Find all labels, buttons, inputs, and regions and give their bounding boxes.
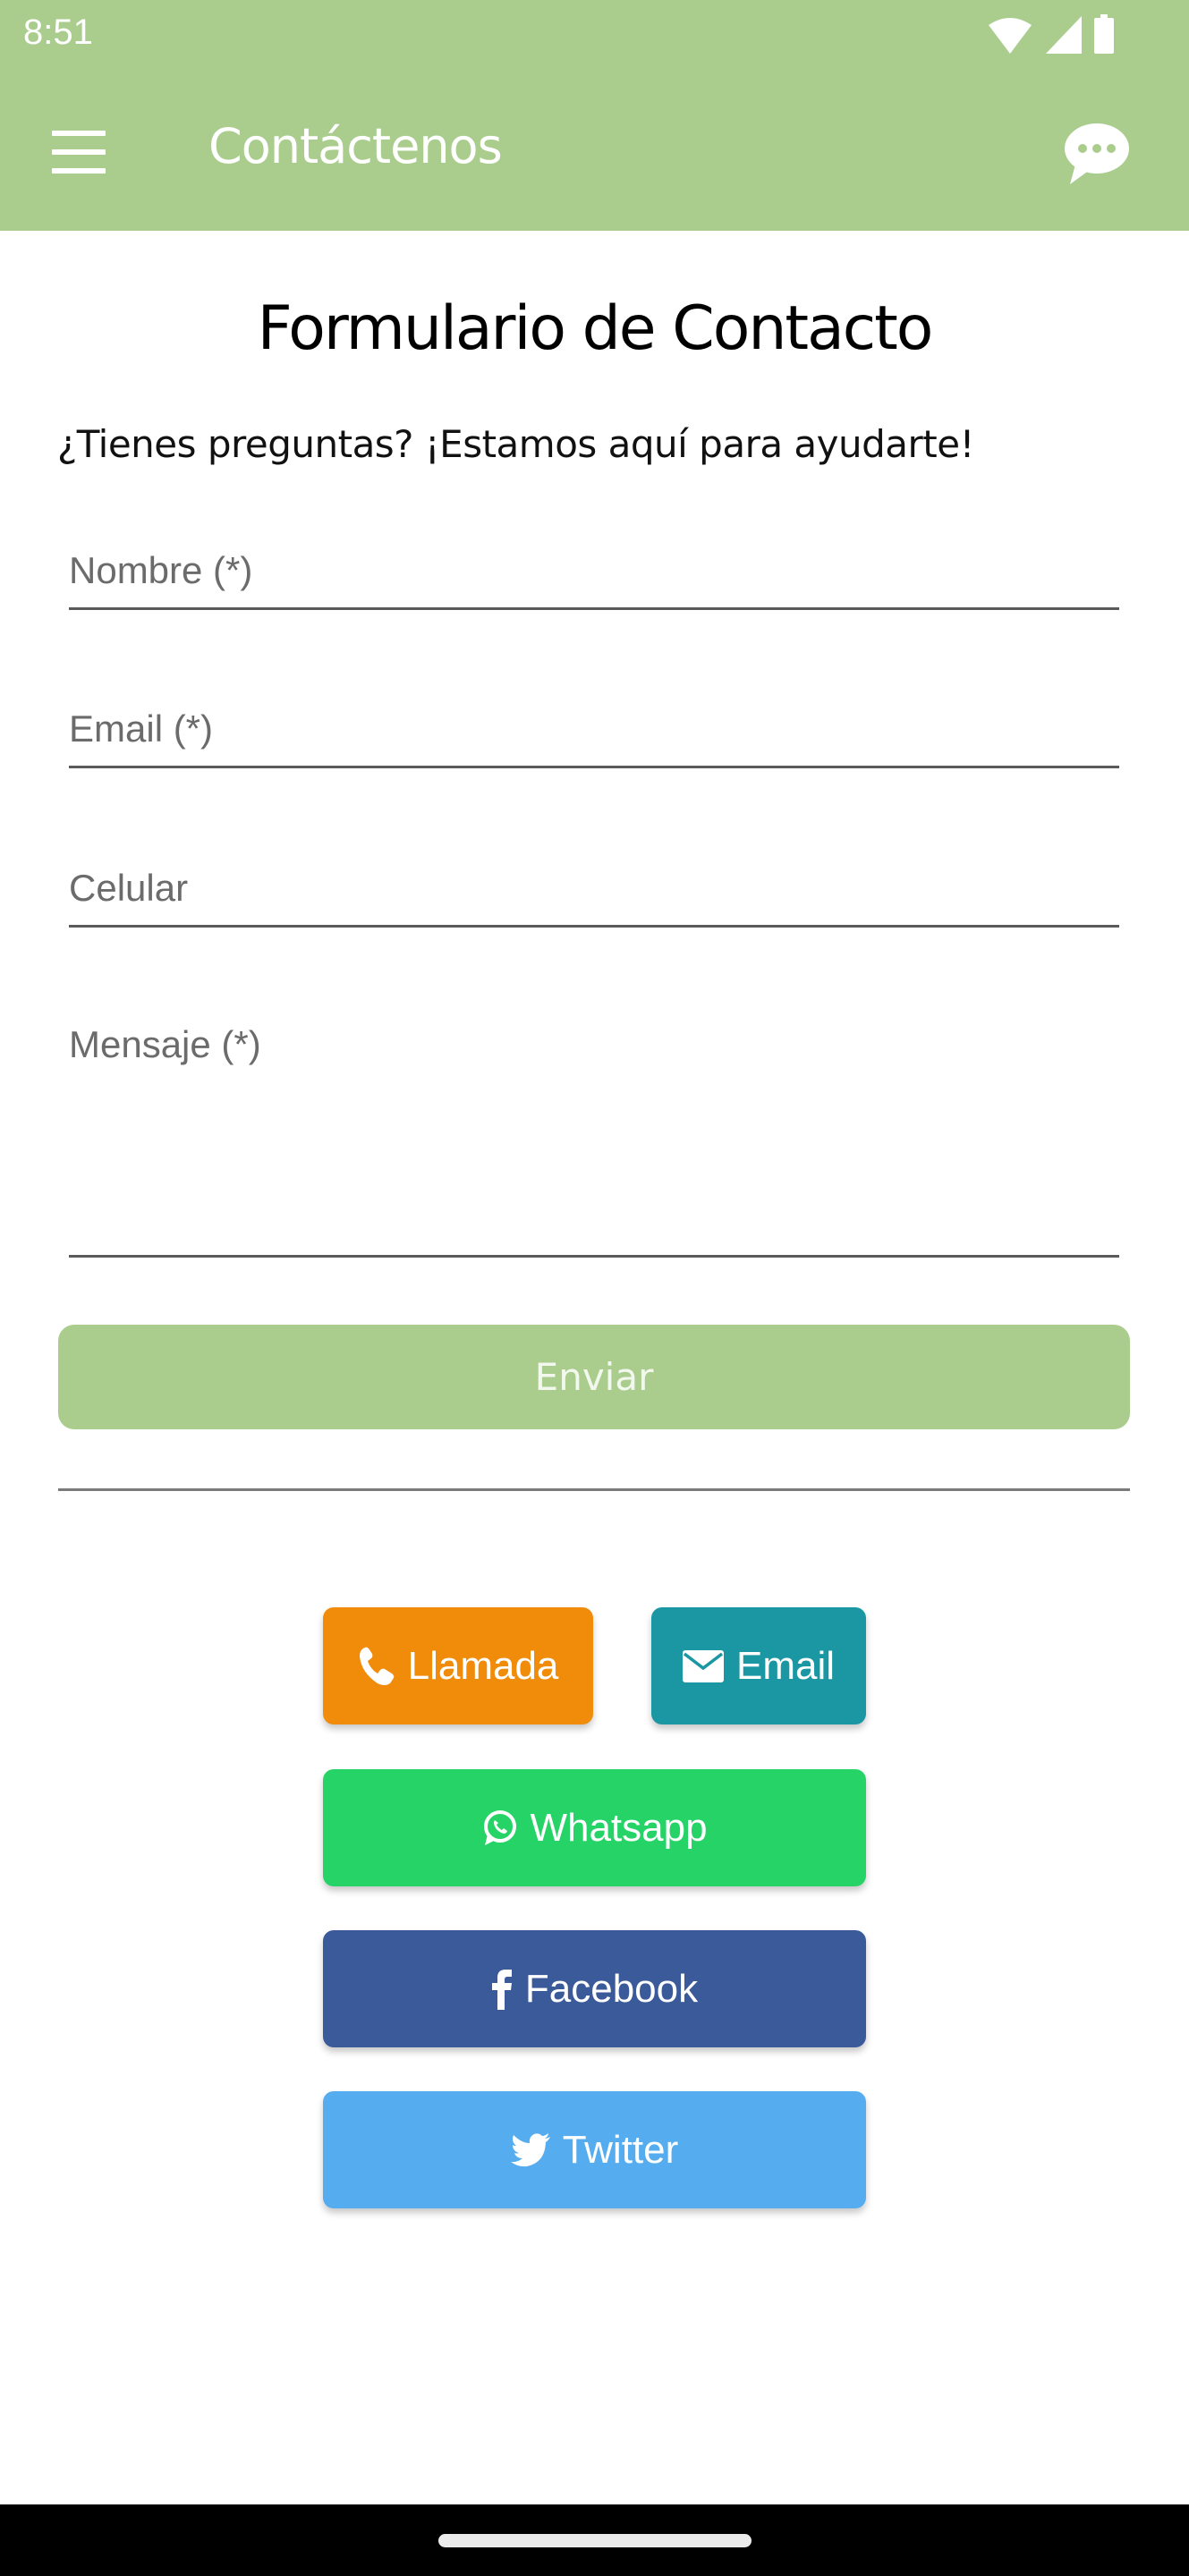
- twitter-button[interactable]: Twitter: [323, 2091, 866, 2208]
- whatsapp-icon: [484, 1809, 517, 1845]
- email-field[interactable]: Email (*): [69, 695, 1119, 768]
- app-bar: 8:51 Contáctenos: [0, 0, 1189, 231]
- phone-field-label: Celular: [69, 867, 189, 909]
- message-field-label: Mensaje (*): [69, 1023, 261, 1065]
- name-field-label: Nombre (*): [69, 549, 253, 591]
- whatsapp-button[interactable]: Whatsapp: [323, 1769, 866, 1886]
- facebook-button-label: Facebook: [524, 1966, 699, 2011]
- hamburger-menu-icon[interactable]: [47, 125, 111, 179]
- battery-icon: [1094, 14, 1114, 54]
- phone-field[interactable]: Celular: [69, 854, 1119, 928]
- call-button-label: Llamada: [407, 1643, 559, 1688]
- divider: [58, 1488, 1130, 1491]
- twitter-button-label: Twitter: [562, 2127, 679, 2172]
- status-time: 8:51: [23, 13, 93, 52]
- signal-icon: [1046, 16, 1082, 54]
- email-field-label: Email (*): [69, 708, 214, 750]
- facebook-button[interactable]: Facebook: [323, 1930, 866, 2047]
- call-button[interactable]: Llamada: [323, 1607, 593, 1724]
- form-title: Formulario de Contacto: [257, 293, 934, 364]
- message-field[interactable]: Mensaje (*): [69, 1011, 1119, 1258]
- name-field[interactable]: Nombre (*): [69, 537, 1119, 610]
- system-nav-bar: [0, 2504, 1189, 2576]
- app-title: Contáctenos: [208, 118, 503, 174]
- home-gesture-handle[interactable]: [438, 2534, 752, 2547]
- status-icons: [987, 14, 1114, 54]
- whatsapp-button-label: Whatsapp: [530, 1805, 708, 1850]
- facebook-icon: [491, 1969, 512, 2010]
- twitter-icon: [510, 2132, 550, 2166]
- submit-button-label: Enviar: [534, 1355, 654, 1399]
- submit-button[interactable]: Enviar: [58, 1325, 1130, 1429]
- email-button[interactable]: Email: [651, 1607, 866, 1724]
- wifi-icon: [989, 18, 1032, 54]
- envelope-icon: [682, 1649, 724, 1682]
- chat-bubble-icon[interactable]: [1063, 120, 1131, 186]
- phone-icon: [359, 1647, 394, 1685]
- email-button-label: Email: [735, 1643, 836, 1688]
- form-subtitle: ¿Tienes preguntas? ¡Estamos aquí para ay…: [57, 422, 974, 466]
